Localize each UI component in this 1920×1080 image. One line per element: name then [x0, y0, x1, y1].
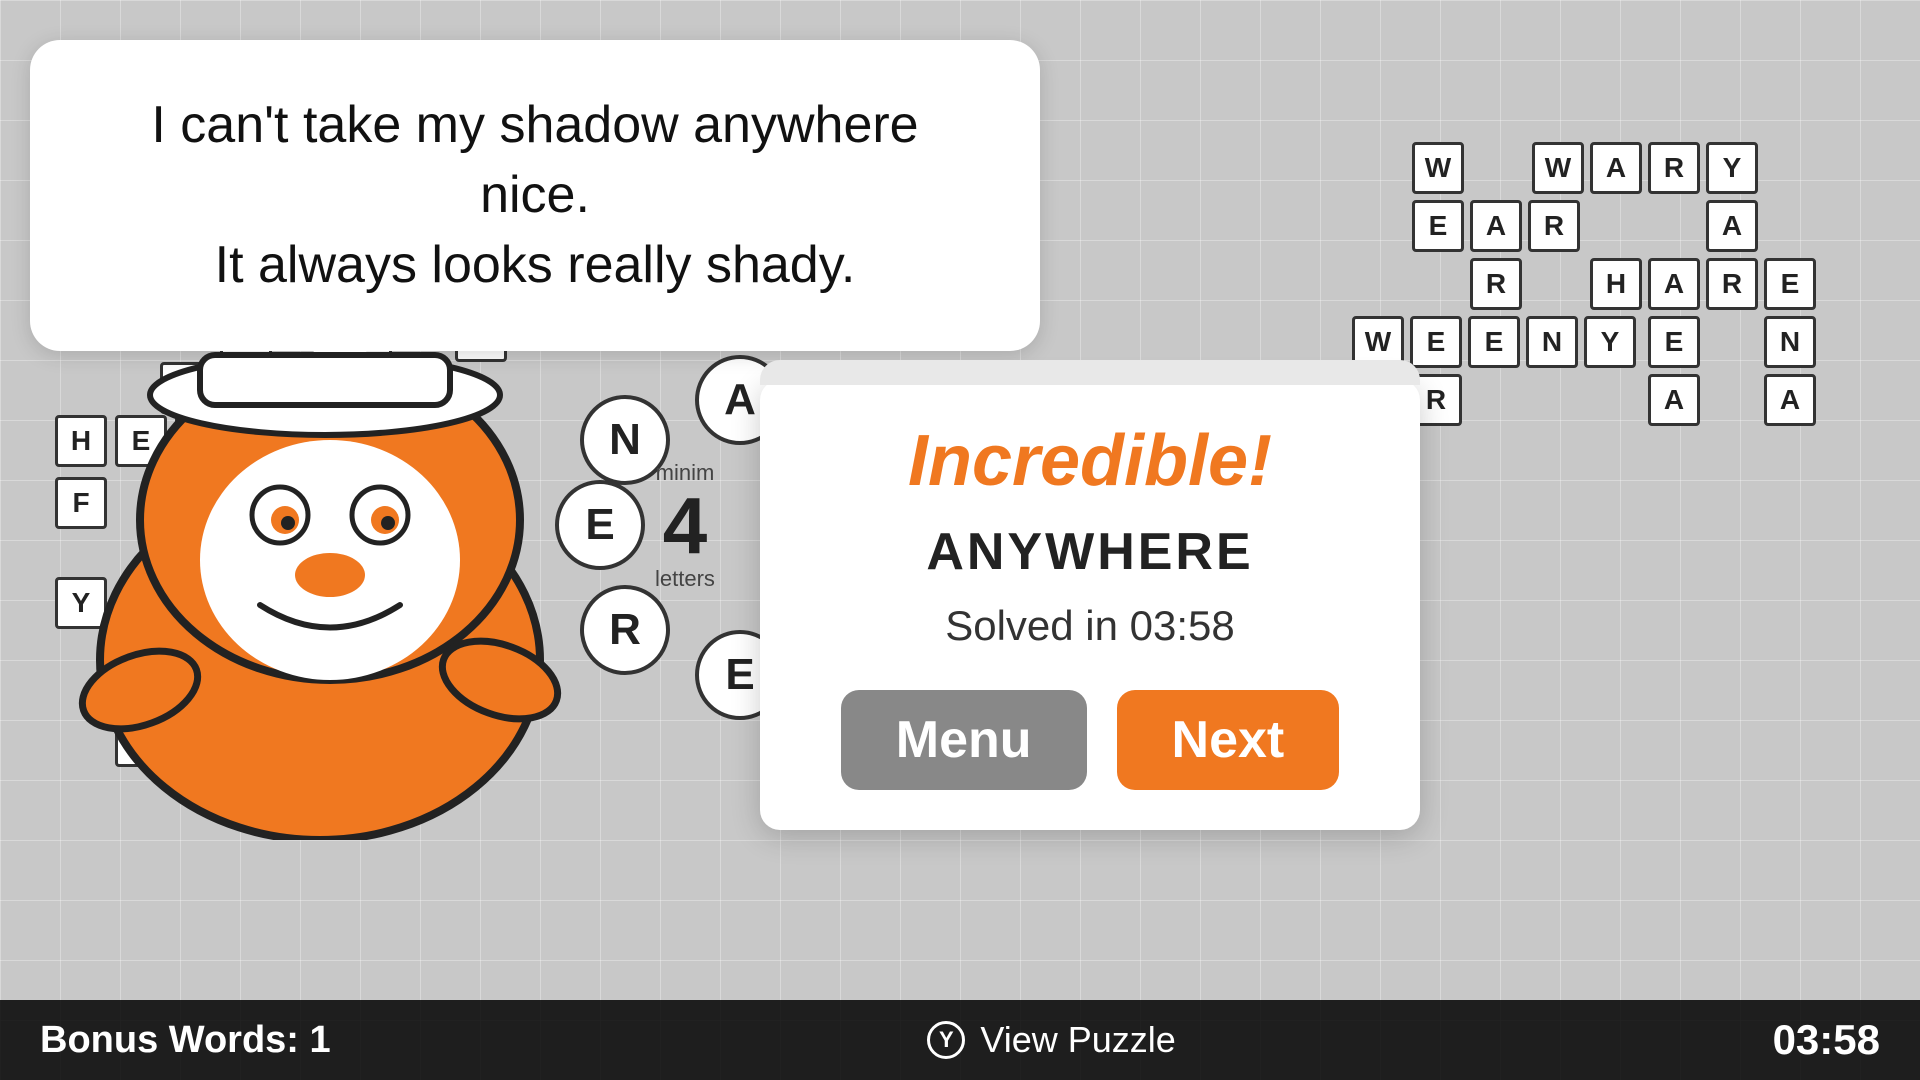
menu-button[interactable]: Menu — [841, 690, 1087, 790]
bottom-bar: Bonus Words: 1 Y View Puzzle 03:58 — [0, 1000, 1920, 1080]
view-puzzle-button[interactable]: Y View Puzzle — [927, 1019, 1175, 1061]
speech-line-2: It always looks really shady. — [215, 236, 856, 294]
result-panel: Incredible! ANYWHERE Solved in 03:58 Men… — [760, 380, 1420, 830]
incredible-text: Incredible! — [810, 420, 1370, 502]
minimum-box: minim 4 letters — [655, 460, 715, 592]
letters-label: letters — [655, 566, 715, 592]
bonus-words: Bonus Words: 1 — [40, 1019, 331, 1062]
mascot — [60, 340, 580, 840]
view-puzzle-label: View Puzzle — [980, 1019, 1175, 1061]
circle-R: R — [580, 585, 670, 675]
speech-bubble: I can't take my shadow anywhere nice. It… — [30, 40, 1040, 351]
timer: 03:58 — [1773, 1016, 1880, 1064]
background-word-tiles: W W A R Y E A R A R H A R E W E E N Y E … — [1410, 140, 1890, 430]
speech-line-1: I can't take my shadow anywhere nice. — [151, 96, 918, 224]
speech-bubble-text: I can't take my shadow anywhere nice. It… — [100, 90, 970, 301]
solved-time: Solved in 03:58 — [810, 602, 1370, 650]
result-buttons: Menu Next — [810, 690, 1370, 790]
next-button[interactable]: Next — [1117, 690, 1340, 790]
y-button-icon: Y — [927, 1021, 965, 1059]
solved-word: ANYWHERE — [810, 522, 1370, 582]
minimum-number: 4 — [655, 486, 715, 566]
